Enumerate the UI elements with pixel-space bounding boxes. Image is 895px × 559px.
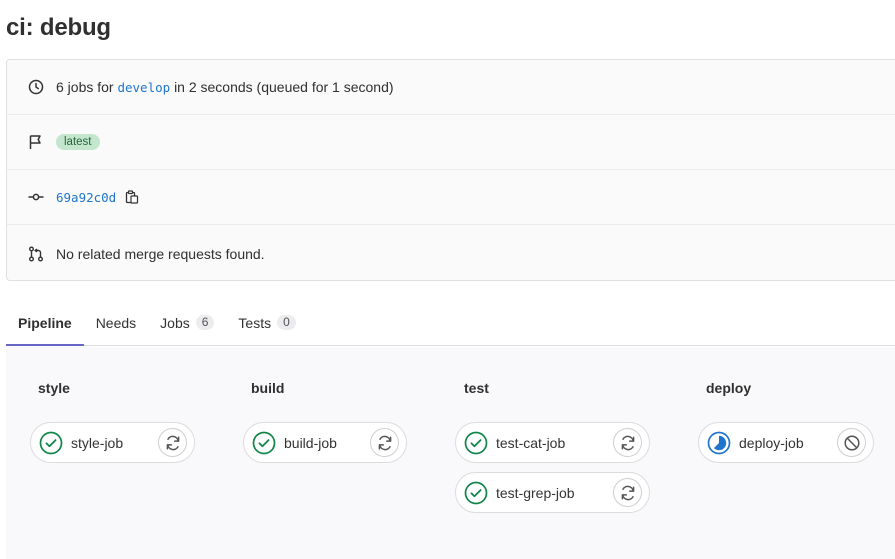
job-build-job[interactable]: build-job xyxy=(243,422,407,463)
pipeline-tabs: Pipeline Needs Jobs 6 Tests 0 xyxy=(6,300,895,346)
info-row-badges: latest xyxy=(7,115,895,170)
latest-badge: latest xyxy=(56,134,100,150)
info-row-duration: 6 jobs for develop in 2 seconds (queued … xyxy=(7,60,895,115)
tab-tests[interactable]: Tests 0 xyxy=(226,300,307,345)
copy-icon[interactable] xyxy=(125,190,139,204)
stage-title-build: build xyxy=(251,380,285,396)
cancel-icon[interactable] xyxy=(837,428,866,457)
jobs-summary: 6 jobs for xyxy=(56,79,114,95)
job-name: build-job xyxy=(284,434,337,451)
retry-icon[interactable] xyxy=(370,428,399,457)
info-row-commit: 69a92c0d xyxy=(7,170,895,225)
job-style-job[interactable]: style-job xyxy=(30,422,195,463)
duration-text: in 2 seconds (queued for 1 second) xyxy=(174,79,394,95)
commit-sha-link[interactable]: 69a92c0d xyxy=(56,190,116,205)
pipeline-graph: style build test deploy style-job build-… xyxy=(6,347,895,559)
tab-needs[interactable]: Needs xyxy=(84,300,148,345)
retry-icon[interactable] xyxy=(158,428,187,457)
tab-jobs[interactable]: Jobs 6 xyxy=(148,300,226,345)
job-name: style-job xyxy=(71,434,124,451)
job-name: test-grep-job xyxy=(496,484,575,501)
retry-icon[interactable] xyxy=(613,428,642,457)
stage-title-style: style xyxy=(38,380,70,396)
merge-request-icon xyxy=(27,245,45,263)
retry-icon[interactable] xyxy=(613,478,642,507)
status-success-icon xyxy=(464,481,488,505)
commit-icon xyxy=(27,188,45,206)
flag-icon xyxy=(27,133,45,151)
branch-link[interactable]: develop xyxy=(117,80,170,95)
status-running-icon xyxy=(707,431,731,455)
clock-icon xyxy=(27,78,45,96)
page-title: ci: debug xyxy=(6,14,111,41)
status-success-icon xyxy=(252,431,276,455)
pipeline-info-box: 6 jobs for develop in 2 seconds (queued … xyxy=(6,59,895,281)
info-row-merge-requests: No related merge requests found. xyxy=(7,226,895,281)
jobs-count-badge: 6 xyxy=(195,315,215,330)
status-success-icon xyxy=(464,431,488,455)
status-success-icon xyxy=(39,431,63,455)
job-name: deploy-job xyxy=(739,434,804,451)
job-deploy-job[interactable]: deploy-job xyxy=(698,422,874,463)
tests-count-badge: 0 xyxy=(277,315,296,330)
stage-title-test: test xyxy=(464,380,489,396)
job-test-cat-job[interactable]: test-cat-job xyxy=(455,422,650,463)
stage-title-deploy: deploy xyxy=(706,380,752,396)
job-test-grep-job[interactable]: test-grep-job xyxy=(455,472,650,513)
merge-requests-text: No related merge requests found. xyxy=(56,245,265,262)
job-name: test-cat-job xyxy=(496,434,566,451)
tab-pipeline[interactable]: Pipeline xyxy=(6,300,84,346)
